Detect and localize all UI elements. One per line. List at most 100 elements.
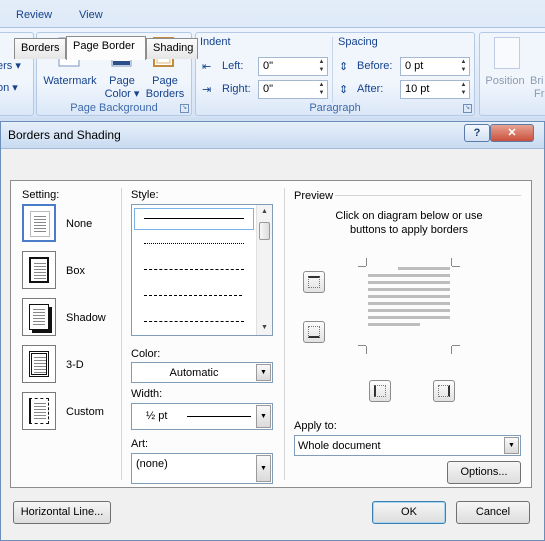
page-borders-label-2: Borders [145, 88, 185, 100]
setting-box-option[interactable] [22, 251, 56, 289]
watermark-button[interactable]: Watermark [39, 75, 101, 88]
scroll-down-icon[interactable]: ▼ [257, 321, 272, 335]
arrange-group: Position Bri Fr [479, 32, 545, 116]
position-button[interactable]: Position [482, 75, 528, 88]
spacing-after-arrows[interactable]: ▲ ▼ [458, 81, 469, 98]
setting-3d-icon [29, 351, 49, 377]
spacing-title: Spacing [338, 36, 378, 48]
art-select[interactable]: (none) ▼ [131, 453, 273, 484]
scroll-thumb[interactable] [259, 222, 270, 240]
apply-to-value: Whole document [298, 440, 381, 452]
setting-divider [121, 188, 122, 480]
tab-shading[interactable]: Shading [146, 38, 198, 59]
art-value: (none) [136, 458, 168, 470]
style-solid[interactable] [144, 218, 244, 219]
color-dropdown-icon[interactable]: ▼ [256, 364, 271, 381]
style-label: Style: [131, 189, 159, 201]
setting-shadow-option[interactable] [22, 298, 56, 336]
page-background-group-label: Page Background [70, 102, 158, 114]
indent-title: Indent [200, 36, 231, 48]
position-icon [494, 37, 520, 69]
bottom-border-button[interactable] [303, 321, 325, 343]
indent-left-spinner[interactable]: 0" ▲ ▼ [258, 57, 328, 76]
style-dotted[interactable] [144, 243, 244, 244]
tab-page-border[interactable]: Page Border [66, 36, 146, 60]
width-select[interactable]: ½ pt ▼ [131, 403, 273, 430]
style-scrollbar[interactable]: ▲ ▼ [256, 205, 272, 335]
setting-3d-option[interactable] [22, 345, 56, 383]
spacing-after-value: 10 pt [405, 83, 430, 95]
preview-text-line [368, 281, 450, 284]
setting-none-label[interactable]: None [66, 218, 92, 230]
cut-off-label-1[interactable]: ers ▾ [0, 59, 21, 72]
style-list[interactable]: ▲ ▼ [131, 204, 273, 336]
setting-none-lines [34, 216, 46, 232]
apply-to-select[interactable]: Whole document ▼ [294, 435, 521, 456]
horizontal-line-button[interactable]: Horizontal Line... [13, 501, 111, 524]
page-borders-button[interactable]: Page Borders [143, 75, 187, 101]
corner-mark-tl-v [366, 258, 367, 266]
cancel-button[interactable]: Cancel [456, 501, 530, 524]
tab-borders[interactable]: Borders [14, 38, 66, 59]
color-select[interactable]: Automatic ▼ [131, 362, 273, 383]
dialog-title: Borders and Shading [8, 128, 121, 142]
arrange-cut-label-1: Bri [530, 75, 544, 87]
style-dashed-large[interactable] [144, 321, 244, 322]
ok-button[interactable]: OK [372, 501, 446, 524]
ribbon: Review View ers ▾ on ▾ A Watermark [0, 0, 545, 124]
spacing-before-arrows[interactable]: ▲ ▼ [458, 58, 469, 75]
top-border-button[interactable] [303, 271, 325, 293]
spacing-after-icon: ⇕ [339, 84, 349, 96]
spacing-before-spinner[interactable]: 0 pt ▲ ▼ [400, 57, 470, 76]
indent-right-spinner[interactable]: 0" ▲ ▼ [258, 80, 328, 99]
dialog-titlebar[interactable]: Borders and Shading ? ✕ [1, 122, 544, 149]
top-border-icon [308, 276, 320, 288]
indent-left-arrows[interactable]: ▲ ▼ [316, 58, 327, 75]
left-border-button[interactable] [369, 380, 391, 402]
indent-right-label: Right: [222, 83, 251, 95]
scroll-up-icon[interactable]: ▲ [257, 205, 272, 219]
corner-mark-tr-v [451, 258, 452, 266]
tab-view[interactable]: View [79, 9, 103, 21]
spacing-after-spinner[interactable]: 10 pt ▲ ▼ [400, 80, 470, 99]
preview-help-line-1: Click on diagram below or use [335, 210, 483, 222]
close-button[interactable]: ✕ [490, 124, 534, 142]
corner-mark-bl-v [366, 346, 367, 354]
cut-off-label-2[interactable]: on ▾ [0, 81, 18, 94]
page-background-launcher[interactable]: ↘ [180, 104, 189, 113]
apply-to-dropdown-icon[interactable]: ▼ [504, 437, 519, 454]
indent-right-value: 0" [263, 83, 274, 95]
setting-custom-option[interactable] [22, 392, 56, 430]
color-value: Automatic [169, 367, 219, 379]
setting-box-label[interactable]: Box [66, 265, 85, 277]
options-button[interactable]: Options... [447, 461, 521, 484]
preview-text-line [398, 267, 450, 270]
setting-shadow-lines [33, 309, 45, 325]
setting-none-option[interactable] [22, 204, 56, 242]
help-button[interactable]: ? [464, 124, 490, 142]
art-dropdown-icon[interactable]: ▼ [256, 455, 271, 482]
setting-custom-label[interactable]: Custom [66, 406, 104, 418]
preview-text-line [368, 309, 450, 312]
page-color-button[interactable]: Page Color ▾ [101, 75, 143, 101]
tab-review[interactable]: Review [16, 9, 52, 21]
preview-help-text: Click on diagram below or use buttons to… [296, 209, 522, 237]
style-dashed-small[interactable] [144, 269, 244, 270]
setting-3d-label[interactable]: 3-D [66, 359, 84, 371]
preview-text-line [368, 316, 450, 319]
bottom-border-icon [308, 326, 320, 338]
setting-custom-icon [29, 398, 49, 424]
indent-right-arrows[interactable]: ▲ ▼ [316, 81, 327, 98]
spacing-before-value: 0 pt [405, 60, 424, 72]
right-border-button[interactable] [433, 380, 455, 402]
setting-shadow-label[interactable]: Shadow [66, 312, 106, 324]
width-dropdown-icon[interactable]: ▼ [256, 405, 271, 428]
paragraph-launcher[interactable]: ↘ [463, 104, 472, 113]
style-dashed-medium[interactable] [144, 295, 242, 296]
preview-diagram[interactable] [358, 258, 460, 354]
indent-left-label: Left: [222, 60, 244, 72]
paragraph-group: Indent ⇤ Left: 0" ▲ ▼ ⇥ Right: 0" ▲ ▼ Spac… [195, 32, 475, 116]
preview-text-line [368, 302, 450, 305]
page-color-label-1: Page [109, 75, 135, 87]
left-border-icon [374, 385, 386, 397]
